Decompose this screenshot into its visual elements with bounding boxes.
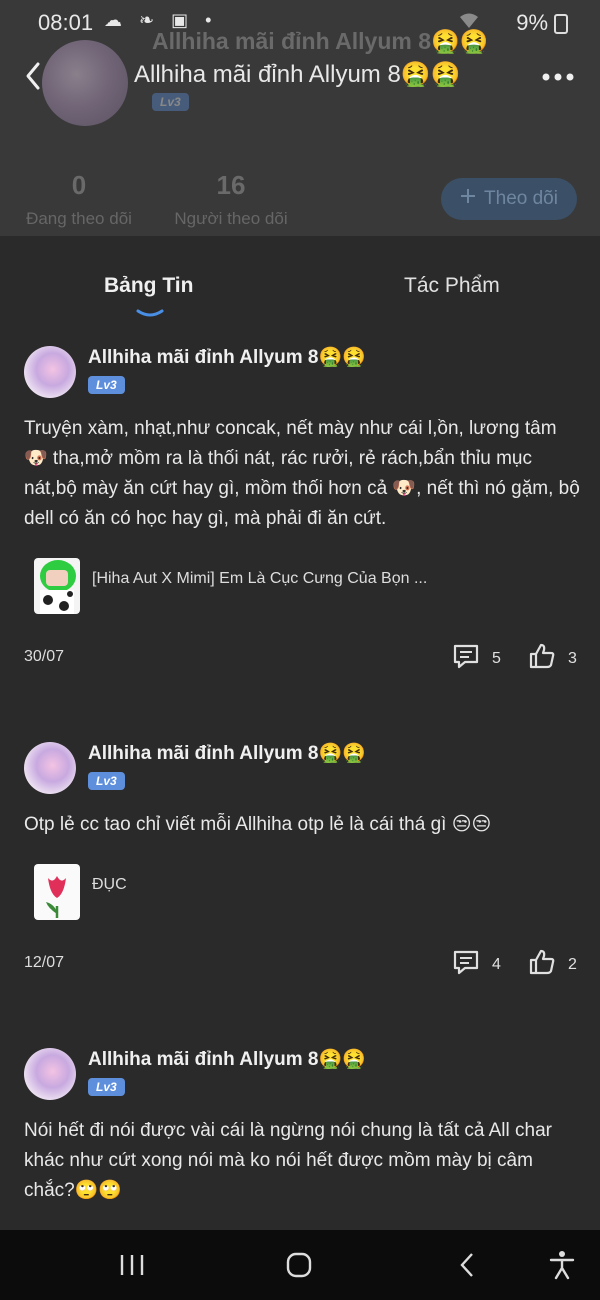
comment-icon [452,642,480,675]
more-options-button[interactable] [538,60,578,94]
linked-story-cover[interactable] [34,558,80,614]
like-count: 2 [568,955,577,973]
followers-count: 16 [216,170,246,200]
author-name[interactable]: Allhiha mãi đỉnh Allyum 8🤮🤮 [88,345,366,369]
thumbs-up-icon [528,948,556,981]
feed-post: Allhiha mãi đỉnh Allyum 8🤮🤮 Lv3 Otp lẻ c… [0,726,600,1006]
linked-story-title[interactable]: [Hiha Aut X Mimi] Em Là Cục Cưng Của Bọn… [92,570,427,588]
following-label: Đang theo dõi [26,209,132,228]
comment-icon [452,948,480,981]
tab-feed[interactable]: Bảng Tin [104,274,193,298]
profile-name-faded: Allhiha mãi đỉnh Allyum 8🤮🤮 [152,28,489,54]
profile-tabs: Bảng Tin Tác Phẩm [0,236,600,326]
author-level-badge: Lv3 [88,376,125,394]
comment-count: 5 [492,649,501,667]
tab-works[interactable]: Tác Phẩm [404,274,500,298]
back-nav-button[interactable] [448,1250,488,1280]
author-level-badge: Lv3 [88,1078,125,1096]
like-count: 3 [568,649,577,667]
author-avatar[interactable] [24,742,76,794]
accessibility-button[interactable] [542,1250,582,1280]
recent-apps-button[interactable] [112,1250,152,1280]
page-title: Allhiha mãi đỉnh Allyum 8🤮🤮 [134,61,461,88]
feed-post: Allhiha mãi đỉnh Allyum 8🤮🤮 Lv3 Nói hết … [0,1032,600,1230]
linked-story-title[interactable]: ĐỤC [92,876,127,894]
plus-icon [460,188,476,210]
feed-post: Allhiha mãi đỉnh Allyum 8🤮🤮 Lv3 Truyện x… [0,330,600,700]
back-button[interactable] [18,56,58,96]
like-button[interactable]: 2 [528,948,577,981]
post-date: 30/07 [24,648,65,665]
author-avatar[interactable] [24,1048,76,1100]
profile-level-badge: Lv3 [152,93,189,111]
comment-count: 4 [492,955,501,973]
profile-header: 08:01 ☁ ❧ ▣ • 9% Allhiha mãi đỉnh Allyum… [0,0,600,236]
battery-icon [554,14,568,34]
linked-story-cover[interactable] [34,864,80,920]
author-avatar[interactable] [24,346,76,398]
followers-stat[interactable]: 16 Người theo dõi [172,170,290,229]
following-count: 0 [71,170,87,200]
thumbs-up-icon [528,642,556,675]
author-name[interactable]: Allhiha mãi đỉnh Allyum 8🤮🤮 [88,1047,366,1071]
post-text: Otp lẻ cc tao chỉ viết mỗi Allhiha otp l… [24,814,492,835]
post-text: Truyện xàm, nhạt,như concak, nết mày như… [24,418,580,529]
like-button[interactable]: 3 [528,642,577,675]
comments-button[interactable]: 5 [452,642,501,675]
follow-button[interactable]: Theo dõi [441,178,577,220]
post-date: 12/07 [24,954,65,971]
status-time: 08:01 [38,10,94,35]
system-navigation-bar [0,1230,600,1300]
comments-button[interactable]: 4 [452,948,501,981]
following-stat[interactable]: 0 Đang theo dõi [24,170,134,229]
battery-percent: 9% [516,10,548,35]
home-button[interactable] [279,1250,319,1280]
followers-label: Người theo dõi [174,209,288,228]
active-tab-indicator [136,306,164,317]
post-text: Nói hết đi nói được vài cái là ngừng nói… [24,1120,552,1201]
author-name[interactable]: Allhiha mãi đỉnh Allyum 8🤮🤮 [88,741,366,765]
follow-label: Theo dõi [484,188,558,209]
author-level-badge: Lv3 [88,772,125,790]
